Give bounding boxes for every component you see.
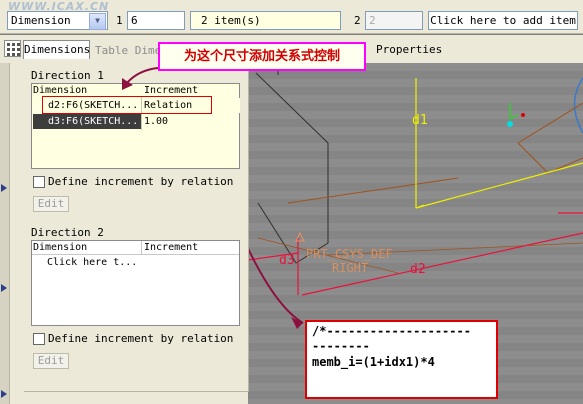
tab-table-dimensions[interactable]: Table Dimen xyxy=(95,44,168,57)
checkbox-box[interactable] xyxy=(33,333,45,345)
csys-label: PRT_CSYS_DEF xyxy=(306,247,393,261)
direction-1-title: Direction 1 xyxy=(31,69,104,82)
d3-label: d3 xyxy=(279,253,295,268)
add-item-button[interactable]: Click here to add item xyxy=(428,11,578,30)
d1-label: d1 xyxy=(412,113,428,128)
datum-plane-edge xyxy=(517,102,583,144)
d2-row-highlight xyxy=(42,96,212,114)
edit-button-2[interactable]: Edit xyxy=(33,353,69,369)
chevron-down-icon[interactable]: ▼ xyxy=(89,13,106,30)
member-count-2-value: 2 xyxy=(369,14,376,27)
member-count-1-value: 6 xyxy=(131,14,138,27)
relation-expression: memb_i=(1+idx1)*4 xyxy=(312,355,435,369)
array-type-select[interactable]: Dimension ▼ xyxy=(7,11,108,30)
checkbox-label: Define increment by relation xyxy=(48,175,234,188)
relation-comment-line: /*-------------------- xyxy=(312,324,471,338)
member-count-1-input[interactable]: 6 xyxy=(127,11,185,30)
table-row[interactable]: d3:F6(SKETCH... 1.00 xyxy=(33,114,240,129)
row-increment-cell[interactable]: 1.00 xyxy=(144,114,168,129)
click-to-add-row[interactable]: Click here t... xyxy=(47,255,137,270)
dimensions-panel: Direction 1 Dimension Increment d2:F6(SK… xyxy=(0,63,249,404)
array-type-value: Dimension xyxy=(11,14,71,27)
d2-label: d2 xyxy=(410,262,426,277)
csys-marker xyxy=(295,231,305,242)
checkbox-box[interactable] xyxy=(33,176,45,188)
direction-2-number-label: 2 xyxy=(354,14,361,27)
tab-dimensions[interactable]: Dimensions xyxy=(23,40,90,59)
relation-editor[interactable]: /*-------------------- -------- memb_i=(… xyxy=(305,320,498,399)
axis-triad-icon xyxy=(507,121,513,127)
member-count-2-input[interactable]: 2 xyxy=(365,11,423,30)
direction-2-title: Direction 2 xyxy=(31,226,104,239)
sketch-outline xyxy=(255,72,329,264)
checkbox-label: Define increment by relation xyxy=(48,332,234,345)
items-summary-text: 2 item(s) xyxy=(201,14,261,27)
grid-icon[interactable] xyxy=(4,40,21,57)
items-summary-field[interactable]: 2 item(s) xyxy=(190,11,341,30)
right-plane-label: RIGHT xyxy=(332,261,369,275)
panel-collapse-strip[interactable] xyxy=(0,63,10,404)
row-dimension-cell: d3:F6(SKETCH... xyxy=(33,114,142,129)
column-header-increment: Increment xyxy=(144,242,199,253)
array-toolbar: WWW.ICAX.CN Dimension ▼ 1 6 2 item(s) 2 … xyxy=(0,0,583,34)
column-header-dimension: Dimension xyxy=(33,242,88,253)
tab-properties[interactable]: Properties xyxy=(376,43,442,56)
callout-arrow-icon xyxy=(122,67,159,90)
direction-1-number-label: 1 xyxy=(116,14,123,27)
annotation-callout: 为这个尺寸添加关系式控制 xyxy=(158,42,366,71)
edit-button-1[interactable]: Edit xyxy=(33,196,69,212)
direction-2-list[interactable]: Dimension Increment Click here t... xyxy=(31,240,240,326)
relation-comment-line: -------- xyxy=(312,339,370,353)
